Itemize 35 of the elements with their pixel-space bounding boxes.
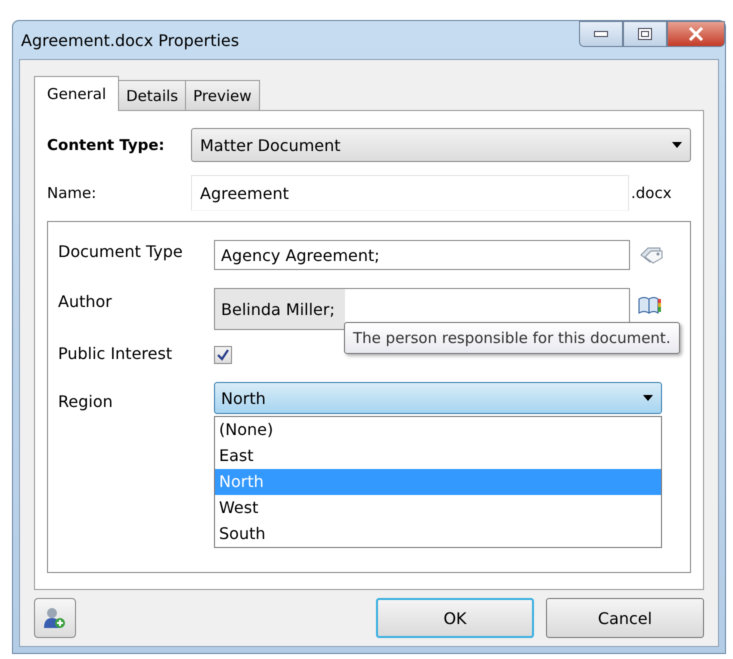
name-field[interactable]: Agreement bbox=[191, 175, 629, 211]
caret-icon bbox=[672, 142, 682, 148]
extension-label: .docx bbox=[631, 184, 672, 202]
property-label: Public Interest bbox=[58, 343, 174, 363]
tab[interactable]: General bbox=[34, 76, 120, 111]
property-label: Document Type bbox=[58, 241, 184, 261]
region-dropdown[interactable]: North bbox=[214, 382, 662, 414]
ok-button[interactable]: OK bbox=[376, 598, 534, 638]
dropdown-option[interactable]: East bbox=[215, 443, 661, 469]
maximize-button[interactable] bbox=[623, 21, 667, 47]
window-title: Agreement.docx Properties bbox=[21, 30, 240, 50]
minimize-button[interactable] bbox=[579, 21, 623, 47]
cancel-button[interactable]: Cancel bbox=[546, 598, 704, 638]
minimize-icon bbox=[594, 31, 608, 37]
tags-icon[interactable] bbox=[638, 245, 664, 265]
dropdown-option[interactable]: West bbox=[215, 495, 661, 521]
address-book-icon[interactable] bbox=[638, 295, 662, 315]
tab[interactable]: Details bbox=[118, 80, 186, 110]
content-type-dropdown[interactable]: Matter Document bbox=[191, 128, 691, 162]
add-user-icon bbox=[43, 606, 67, 630]
document-type-field[interactable]: Agency Agreement; bbox=[214, 240, 630, 270]
caret-icon bbox=[643, 395, 653, 401]
add-user-button[interactable] bbox=[34, 598, 76, 638]
dropdown-option[interactable]: (None) bbox=[215, 417, 661, 443]
property-label: Author bbox=[58, 291, 113, 311]
close-icon bbox=[688, 27, 704, 41]
tooltip: The person responsible for this document. bbox=[344, 322, 680, 354]
field-label: Name: bbox=[47, 184, 98, 202]
field-label: Content Type: bbox=[47, 136, 166, 154]
property-label: Region bbox=[58, 391, 114, 411]
tab[interactable]: Preview bbox=[185, 80, 260, 110]
dropdown-option[interactable]: South bbox=[215, 521, 661, 547]
maximize-icon bbox=[638, 28, 652, 40]
close-button[interactable] bbox=[667, 21, 725, 47]
checkbox[interactable] bbox=[214, 346, 232, 364]
